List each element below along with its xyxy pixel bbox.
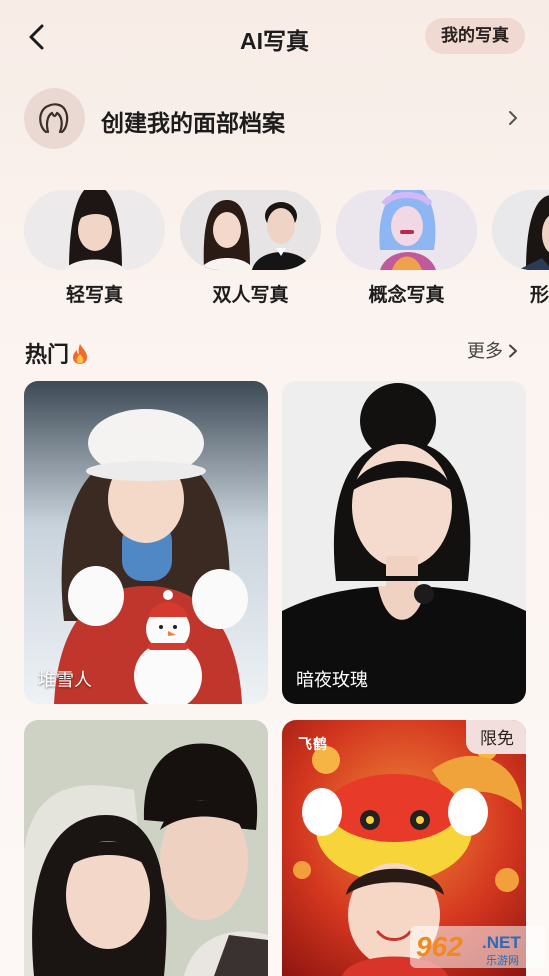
card-label: 暗夜玫瑰 — [296, 670, 368, 690]
category-thumbnail — [180, 190, 321, 270]
more-link[interactable]: 更多 — [467, 337, 519, 363]
card-label: 堆雪人 — [38, 670, 92, 690]
template-card-dark-rose[interactable]: 暗夜玫瑰 — [282, 381, 526, 704]
category-light-portrait[interactable]: 轻写真 — [24, 190, 165, 307]
watermark-number: 962 — [416, 931, 463, 962]
template-card-couple[interactable] — [24, 720, 268, 976]
fire-icon — [73, 344, 88, 364]
face-profile-icon — [24, 88, 85, 149]
category-other[interactable]: 形 — [492, 190, 549, 307]
chevron-right-icon — [509, 111, 517, 125]
template-card-snowman[interactable]: 堆雪人 — [24, 381, 268, 704]
category-label: 轻写真 — [65, 285, 123, 306]
category-thumbnail — [24, 190, 165, 270]
hot-section-title: 热门 — [25, 337, 89, 369]
my-photos-button[interactable]: 我的写真 — [425, 18, 525, 54]
category-couple-portrait[interactable]: 双人写真 — [180, 190, 321, 307]
watermark-cn: 乐游网 — [486, 954, 519, 967]
card-image — [24, 720, 268, 976]
category-label: 概念写真 — [368, 285, 445, 306]
face-profile-label: 创建我的面部档案 — [101, 110, 285, 136]
brand-label: 飞鹤 — [298, 736, 328, 752]
card-image — [282, 381, 526, 704]
face-profile-row[interactable]: 创建我的面部档案 — [24, 88, 524, 150]
category-thumbnail — [336, 190, 477, 270]
more-label: 更多 — [467, 341, 503, 361]
free-badge: 限免 — [466, 720, 526, 754]
category-label: 双人写真 — [212, 285, 289, 306]
category-concept-portrait[interactable]: 概念写真 — [336, 190, 477, 307]
chevron-right-icon — [509, 344, 517, 358]
category-thumbnail — [492, 190, 549, 270]
top-bar: AI写真 我的写真 — [0, 0, 549, 75]
category-label: 形 — [530, 285, 549, 306]
watermark-logo: 962 .NET 乐游网 — [410, 926, 545, 968]
hot-title-text: 热门 — [25, 342, 70, 367]
watermark-net: .NET — [482, 933, 521, 952]
category-row: 轻写真 双人写真 概念写真 形 — [0, 190, 549, 310]
card-image — [24, 381, 268, 704]
